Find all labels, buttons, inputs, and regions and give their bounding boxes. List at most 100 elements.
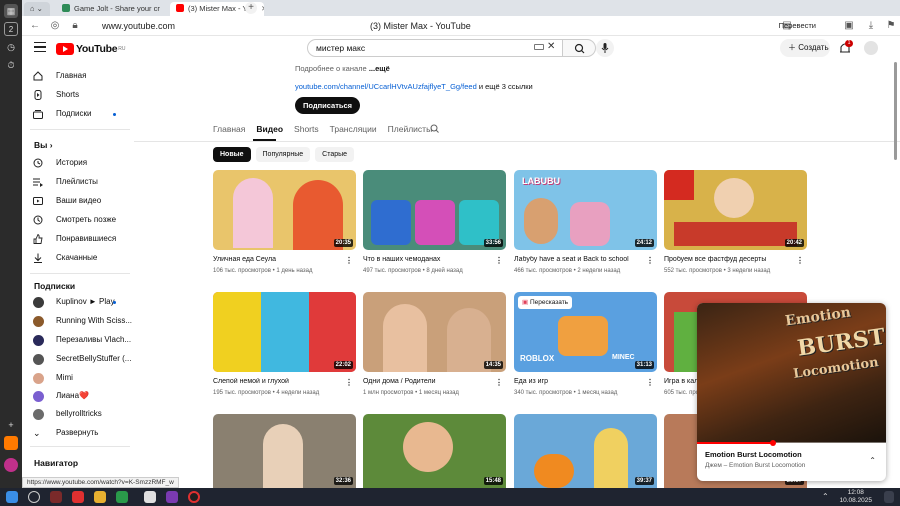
chip-popular[interactable]: Популярные [255, 147, 311, 162]
video-card[interactable]: ▣ Пересказать ROBLOX MINEC 31:13 Еда из … [514, 292, 657, 396]
more-options-icon[interactable]: ⋮ [646, 378, 654, 387]
subscribe-button[interactable]: Подписаться [295, 97, 361, 114]
mini-player[interactable]: Emotion BURST! Locomotion Emotion Burst … [697, 303, 886, 481]
progress-knob[interactable] [769, 440, 776, 446]
video-title[interactable]: Уличная еда Сеула [213, 256, 341, 263]
sidebar-subscription-item[interactable]: Перезаливы Vlach... [22, 331, 132, 349]
sidebar-item-shorts[interactable]: Shorts [22, 86, 132, 104]
new-tab-button[interactable]: + [245, 2, 257, 14]
sidebar-subscription-item[interactable]: Kuplinov ► Play [22, 293, 132, 311]
notifications-icon[interactable] [884, 491, 894, 503]
taskbar-clock[interactable]: 12:08 10.08.2025 [839, 489, 872, 505]
video-title[interactable]: Что в наших чемоданах [363, 256, 491, 263]
mini-player-video[interactable]: Emotion BURST! Locomotion [697, 303, 886, 443]
keyboard-icon[interactable] [534, 44, 544, 50]
video-thumbnail[interactable]: ▣ Пересказать ROBLOX MINEC 31:13 [514, 292, 657, 372]
tab-home[interactable]: Главная [213, 124, 245, 138]
video-card[interactable]: 14:35 Одни дома / Родители 1 млн просмот… [363, 292, 506, 396]
tab-controls[interactable]: ⌂ ⌄ [24, 2, 50, 16]
sidebar-item-history[interactable]: История [22, 154, 132, 172]
record-icon[interactable] [188, 491, 200, 503]
video-title[interactable]: Еда из игр [514, 378, 642, 385]
sidebar-item-downloads[interactable]: Скачанные [22, 249, 132, 267]
create-button[interactable]: ＋ Создать [780, 39, 830, 57]
back-icon[interactable]: ← [28, 19, 42, 33]
you-section-heading[interactable]: Вы › [34, 140, 53, 150]
sidebar-item-your-videos[interactable]: Ваши видео [22, 192, 132, 210]
add-panel-icon[interactable]: + [4, 418, 18, 432]
browser-menu-icon[interactable]: ▦ [4, 4, 18, 18]
video-title[interactable]: Лабубу have a seat и Back to school [514, 256, 642, 263]
video-card[interactable]: 15:48 [363, 414, 506, 488]
app-icon[interactable] [116, 491, 128, 503]
search-icon[interactable] [28, 491, 40, 503]
search-button[interactable] [562, 39, 596, 57]
more-options-icon[interactable]: ⋮ [345, 378, 353, 387]
menu-icon[interactable] [34, 42, 46, 53]
video-card[interactable]: 22:02 Слепой немой и глухой 195 тыс. про… [213, 292, 356, 396]
tab-live[interactable]: Трансляции [330, 124, 377, 138]
video-thumbnail[interactable]: 32:36 [213, 414, 356, 488]
sidebar-subscription-item[interactable]: Running With Sciss... [22, 312, 132, 330]
page-scrollbar[interactable] [893, 62, 898, 488]
sidebar-item-liked[interactable]: Понравившиеся [22, 230, 132, 248]
protect-icon[interactable]: ◎ [48, 19, 62, 33]
app-icon[interactable] [144, 491, 156, 503]
sidebar-expand-button[interactable]: ⌄ Развернуть [22, 424, 132, 442]
alice-icon[interactable] [4, 458, 18, 472]
tab-gamejolt[interactable]: Game Jolt - Share your cr [56, 2, 166, 16]
workspace-2-icon[interactable]: 2 [4, 22, 18, 36]
voice-search-button[interactable] [596, 39, 614, 57]
app-icon[interactable] [4, 436, 18, 450]
video-thumbnail[interactable]: 39:37 [514, 414, 657, 488]
tab-playlists[interactable]: Плейлисты [388, 124, 433, 138]
video-card[interactable]: LABUBU 24:12 Лабубу have a seat и Back t… [514, 170, 657, 274]
tab-videos[interactable]: Видео [256, 124, 283, 138]
sidebar-item-home[interactable]: Главная [22, 67, 132, 85]
chip-newest[interactable]: Новые [213, 147, 251, 162]
more-options-icon[interactable]: ⋮ [646, 256, 654, 265]
close-tab-icon[interactable]: ✕ [261, 4, 264, 13]
downloads-icon[interactable]: ⏱ [4, 58, 18, 72]
youtube-logo[interactable]: YouTube RU [56, 42, 126, 56]
windows-start-icon[interactable] [6, 491, 18, 503]
wifi-icon[interactable]: ⌃ [822, 491, 830, 503]
url-field[interactable]: www.youtube.com [102, 19, 175, 33]
app-icon[interactable] [166, 491, 178, 503]
app-icon[interactable] [72, 491, 84, 503]
sidebar-subscription-item[interactable]: Mimi [22, 369, 132, 387]
chip-oldest[interactable]: Старые [315, 147, 355, 162]
channel-link[interactable]: youtube.com/channel/UCcarlHVtvAUzfajflye… [295, 82, 477, 91]
scrollbar-thumb[interactable] [894, 62, 897, 160]
lock-icon[interactable]: 🔒︎ [68, 19, 82, 33]
video-thumbnail[interactable]: 15:48 [363, 414, 506, 488]
sidebar-subscription-item[interactable]: Лиана❤️ [22, 387, 132, 405]
video-thumbnail[interactable]: LABUBU 24:12 [514, 170, 657, 250]
more-options-icon[interactable]: ⋮ [495, 378, 503, 387]
channel-search-icon[interactable] [430, 124, 439, 133]
tab-shorts[interactable]: Shorts [294, 124, 319, 138]
more-options-icon[interactable]: ⋮ [345, 256, 353, 265]
clear-search-icon[interactable]: ✕ [547, 41, 555, 53]
video-thumbnail[interactable]: 33:56 [363, 170, 506, 250]
video-thumbnail[interactable]: 22:02 [213, 292, 356, 372]
video-card[interactable]: 32:36 [213, 414, 356, 488]
bookmarks-icon[interactable]: ▣ [842, 19, 856, 33]
yandex-icon[interactable] [50, 491, 62, 503]
mini-player-progress[interactable] [697, 442, 886, 444]
video-card[interactable]: 39:37 [514, 414, 657, 488]
save-icon[interactable]: ⤓ [864, 19, 878, 33]
video-title[interactable]: Пробуем все фастфуд десерты [664, 256, 792, 263]
sidebar-subscription-item[interactable]: SecretBellyStuffer (... [22, 350, 132, 368]
mini-player-title[interactable]: Emotion Burst Locomotion [705, 450, 802, 459]
sidebar-subscription-item[interactable]: bellyrolltricks [22, 405, 132, 423]
video-card[interactable]: 20:35 Уличная еда Сеула 106 тыс. просмот… [213, 170, 356, 274]
video-thumbnail[interactable]: 20:42 [664, 170, 807, 250]
video-thumbnail[interactable]: 20:35 [213, 170, 356, 250]
history-clock-icon[interactable]: ◷ [4, 40, 18, 54]
more-options-icon[interactable]: ⋮ [495, 256, 503, 265]
bookmark-icon[interactable]: ⚑ [884, 19, 898, 33]
channel-links[interactable]: youtube.com/channel/UCcarlHVtvAUzfajflye… [295, 82, 595, 91]
sidebar-item-playlists[interactable]: Плейлисты [22, 173, 132, 191]
sidebar-item-watch-later[interactable]: Смотреть позже [22, 211, 132, 229]
